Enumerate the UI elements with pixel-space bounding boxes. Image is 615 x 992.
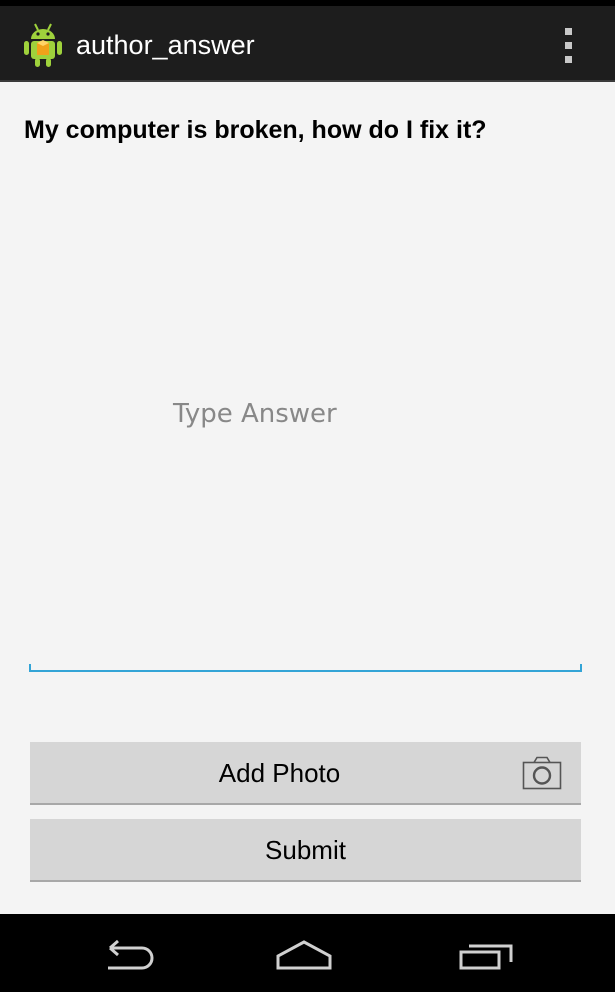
- back-icon[interactable]: [96, 932, 156, 976]
- overflow-menu-icon[interactable]: [553, 24, 583, 66]
- add-photo-label: Add Photo: [218, 758, 341, 788]
- action-bar: author_answer: [0, 6, 615, 82]
- author-answer-screen: My computer is broken, how do I fix it? …: [0, 82, 615, 914]
- home-icon[interactable]: [274, 932, 334, 976]
- recent-apps-icon[interactable]: [455, 932, 515, 976]
- answer-input[interactable]: Type Answer: [29, 182, 582, 672]
- add-photo-button[interactable]: Add Photo: [30, 742, 581, 805]
- answer-placeholder: Type Answer: [173, 399, 337, 429]
- android-robot-icon[interactable]: [23, 22, 63, 68]
- submit-label: Submit: [265, 835, 346, 865]
- submit-button[interactable]: Submit: [30, 819, 581, 882]
- app-title: author_answer: [76, 30, 255, 60]
- question-text: My computer is broken, how do I fix it?: [24, 116, 487, 144]
- camera-icon: [522, 756, 562, 790]
- navigation-bar: [0, 914, 615, 992]
